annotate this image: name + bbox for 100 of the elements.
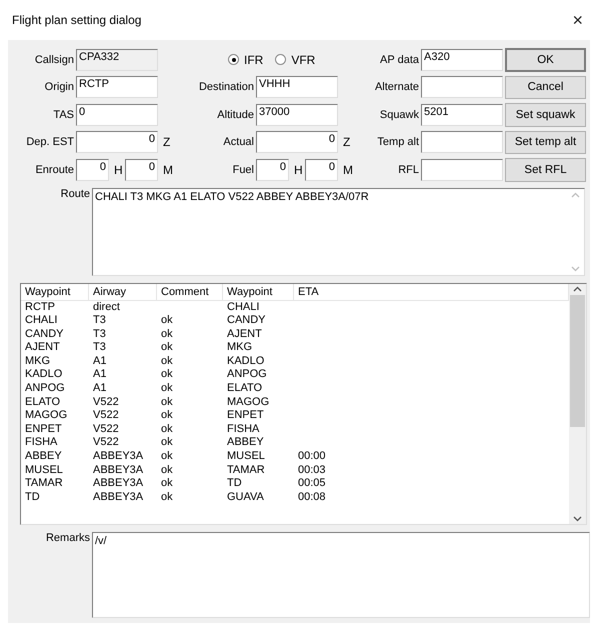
unit-label: M xyxy=(342,162,352,177)
scrollbar[interactable] xyxy=(569,284,586,524)
radio-icon[interactable] xyxy=(275,54,286,66)
text-field[interactable]: 37000 xyxy=(256,104,338,126)
text-field[interactable] xyxy=(421,158,503,181)
window-title: Flight plan setting dialog xyxy=(12,13,142,27)
table-cell-text: 00:08 xyxy=(297,490,327,504)
field-label: Route xyxy=(60,188,91,202)
dialog-button[interactable]: Set squawk xyxy=(505,103,586,126)
table-cell-text: AJENT xyxy=(24,341,61,355)
unit-label: Z xyxy=(342,135,352,150)
column-header[interactable]: Waypoint xyxy=(223,284,294,300)
field-label: Actual xyxy=(222,136,255,148)
table-cell-text: ok xyxy=(160,422,174,436)
radio-icon[interactable] xyxy=(228,54,239,66)
text-field[interactable]: VHHH xyxy=(256,76,338,98)
table-cell-text: MKG xyxy=(226,341,254,355)
dialog-button[interactable]: Set temp alt xyxy=(505,130,586,154)
table-cell-text: ABBEY3A xyxy=(92,490,144,504)
table-cell-text: ok xyxy=(160,341,174,355)
table-cell-text: ok xyxy=(160,450,174,464)
column-header[interactable]: Airway xyxy=(89,284,157,300)
table-cell-text: FISHA xyxy=(24,436,58,450)
text-field[interactable]: 5201 xyxy=(421,104,503,126)
table-cell-text: ok xyxy=(160,490,174,504)
table-cell-text: ABBEY xyxy=(226,436,265,450)
scroll-thumb[interactable] xyxy=(570,294,585,426)
table-cell-text: ok xyxy=(160,354,174,368)
table-cell-text: TD xyxy=(24,490,41,504)
dialog-button[interactable]: Cancel xyxy=(505,76,586,99)
table-cell-text: ABBEY3A xyxy=(92,464,144,478)
field-label: Fuel xyxy=(232,164,255,176)
text-field[interactable]: CPA332 xyxy=(76,48,158,71)
table-cell-text: MKG xyxy=(24,354,52,368)
table-cell-text: ok xyxy=(160,368,174,382)
table-cell-text: ok xyxy=(160,477,174,491)
table-cell-text: CHALI xyxy=(226,300,260,314)
column-header[interactable]: Comment xyxy=(157,284,223,300)
unit-label: Z xyxy=(162,135,172,150)
text-field[interactable]: 0 xyxy=(76,131,158,154)
table-cell-text: V522 xyxy=(92,396,120,410)
table-cell-text: RCTP xyxy=(24,300,56,314)
radio-label: VFR xyxy=(291,52,316,67)
table-cell-text: A1 xyxy=(92,354,108,368)
field-label: Callsign xyxy=(34,54,75,66)
column-header[interactable]: Waypoint xyxy=(21,284,89,300)
table-cell-text: T3 xyxy=(92,314,107,328)
hours-field[interactable]: 0 xyxy=(76,158,109,181)
field-label: Destination xyxy=(198,81,255,94)
remarks-field[interactable]: /v/ xyxy=(92,532,590,618)
table-cell-text: ok xyxy=(160,396,174,410)
table-cell-text: ABBEY3A xyxy=(92,450,144,464)
table-cell-text: GUAVA xyxy=(226,490,265,504)
table-cell-text: ABBEY xyxy=(24,450,63,464)
table-cell-text: V522 xyxy=(92,436,120,450)
field-label: TAS xyxy=(52,108,75,121)
waypoint-list[interactable] xyxy=(20,282,587,524)
field-label: Origin xyxy=(44,81,75,94)
table-cell-text: MAGOG xyxy=(24,409,68,423)
table-cell-text: V522 xyxy=(92,409,120,423)
table-cell-text: CANDY xyxy=(24,328,65,342)
minutes-field[interactable]: 0 xyxy=(125,158,158,181)
text-field[interactable]: 0 xyxy=(76,104,158,126)
table-cell-text: A1 xyxy=(92,382,108,396)
hours-field[interactable]: 0 xyxy=(256,158,289,181)
close-button[interactable]: × xyxy=(572,10,583,30)
scroll-down-icon[interactable] xyxy=(573,516,582,522)
table-cell-text: MAGOG xyxy=(226,396,270,410)
table-cell-text: 00:00 xyxy=(297,450,327,464)
dialog-button[interactable]: Set RFL xyxy=(505,158,586,182)
table-cell-text: FISHA xyxy=(226,422,260,436)
radio-option[interactable]: IFR xyxy=(228,52,264,67)
table-cell-text: T3 xyxy=(92,328,107,342)
table-cell-text: 00:05 xyxy=(297,477,327,491)
table-cell-text: CANDY xyxy=(226,314,267,328)
text-field[interactable]: 0 xyxy=(256,131,338,154)
minutes-field[interactable]: 0 xyxy=(305,158,338,181)
text-field[interactable] xyxy=(421,76,503,98)
dialog-button[interactable]: OK xyxy=(505,48,586,72)
table-cell-text: ok xyxy=(160,464,174,478)
text-field[interactable] xyxy=(421,131,503,154)
field-label: AP data xyxy=(379,54,420,66)
table-cell-text: CHALI xyxy=(24,314,58,328)
text-field[interactable]: RCTP xyxy=(76,76,158,98)
table-cell-text: TD xyxy=(226,477,243,491)
field-label: Squawk xyxy=(378,108,420,121)
field-label: RFL xyxy=(397,164,420,176)
table-cell-text: ANPOG xyxy=(24,382,66,396)
table-cell-text: AJENT xyxy=(226,328,263,342)
unit-label: H xyxy=(293,162,304,177)
radio-option[interactable]: VFR xyxy=(275,52,316,67)
unit-label: H xyxy=(113,162,124,177)
text-field[interactable]: A320 xyxy=(421,48,503,71)
radio-label: IFR xyxy=(244,52,264,67)
route-field[interactable]: CHALI T3 MKG A1 ELATO V522 ABBEY ABBEY3A/07R xyxy=(92,188,585,276)
table-cell-text: MUSEL xyxy=(24,464,64,478)
scroll-up-icon[interactable] xyxy=(573,286,582,292)
table-cell-text: ok xyxy=(160,314,174,328)
table-cell-text: T3 xyxy=(92,341,107,355)
table-cell-text: ok xyxy=(160,382,174,396)
